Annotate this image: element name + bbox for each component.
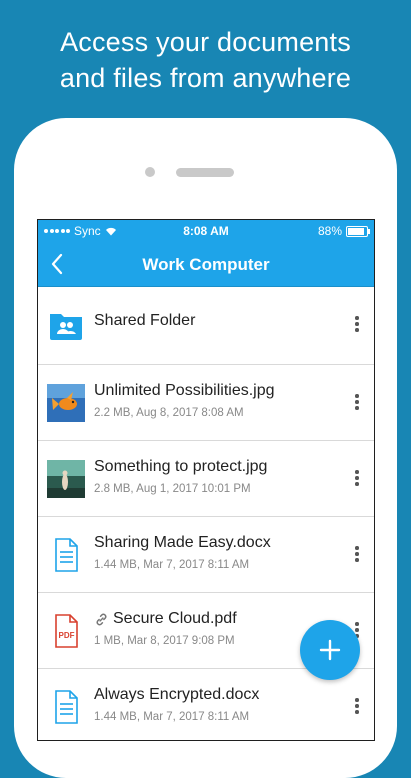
list-item[interactable]: Always Encrypted.docx 1.44 MB, Mar 7, 20…: [38, 669, 374, 740]
document-icon: [55, 690, 78, 724]
list-item[interactable]: Something to protect.jpg 2.8 MB, Aug 1, …: [38, 441, 374, 517]
file-name: Always Encrypted.docx: [94, 686, 260, 703]
file-name-with-link: Secure Cloud.pdf: [94, 610, 237, 628]
list-item[interactable]: Sharing Made Easy.docx 1.44 MB, Mar 7, 2…: [38, 517, 374, 593]
file-name: Something to protect.jpg: [94, 458, 268, 475]
promo-headline: Access your documents and files from any…: [0, 24, 411, 96]
file-meta: 2.8 MB, Aug 1, 2017 10:01 PM: [94, 483, 251, 495]
document-icon: [55, 538, 78, 572]
file-meta: 1 MB, Mar 8, 2017 9:08 PM: [94, 635, 235, 647]
file-name: Shared Folder: [94, 312, 196, 329]
add-button[interactable]: [300, 620, 360, 680]
file-name: Unlimited Possibilities.jpg: [94, 382, 275, 399]
promo-line-2: and files from anywhere: [59, 63, 352, 93]
more-options-icon[interactable]: [350, 544, 364, 566]
more-options-icon[interactable]: [350, 696, 364, 718]
battery-percent: 88%: [317, 224, 342, 238]
file-name: Sharing Made Easy.docx: [94, 534, 271, 551]
file-meta: 2.2 MB, Aug 8, 2017 8:08 AM: [94, 407, 244, 419]
file-meta: 1.44 MB, Mar 7, 2017 8:11 AM: [94, 711, 250, 723]
plus-icon: [319, 639, 341, 661]
list-item[interactable]: Unlimited Possibilities.jpg 2.2 MB, Aug …: [38, 365, 374, 441]
phone-speaker: [176, 168, 234, 177]
list-item[interactable]: Shared Folder: [38, 287, 374, 365]
battery-icon: [346, 225, 370, 237]
shared-folder-icon: [50, 314, 82, 340]
more-options-icon[interactable]: [350, 392, 364, 414]
status-bar: Sync 8:08 AM 88%: [38, 220, 374, 242]
file-meta: 1.44 MB, Mar 7, 2017 8:11 AM: [94, 559, 250, 571]
link-icon: [96, 613, 107, 625]
pdf-icon-label: PDF: [59, 631, 75, 640]
promo-line-1: Access your documents: [60, 27, 351, 57]
file-name: Secure Cloud.pdf: [113, 610, 237, 627]
nav-bar: Work Computer: [38, 242, 374, 287]
pdf-icon: PDF: [55, 614, 78, 648]
more-options-icon[interactable]: [350, 468, 364, 490]
image-thumbnail-goldfish: [47, 384, 85, 422]
image-thumbnail-underwater: [47, 460, 85, 498]
status-battery: 88%: [317, 224, 370, 238]
page-title: Work Computer: [142, 255, 270, 274]
more-options-icon[interactable]: [350, 314, 364, 336]
phone-camera: [145, 167, 155, 177]
